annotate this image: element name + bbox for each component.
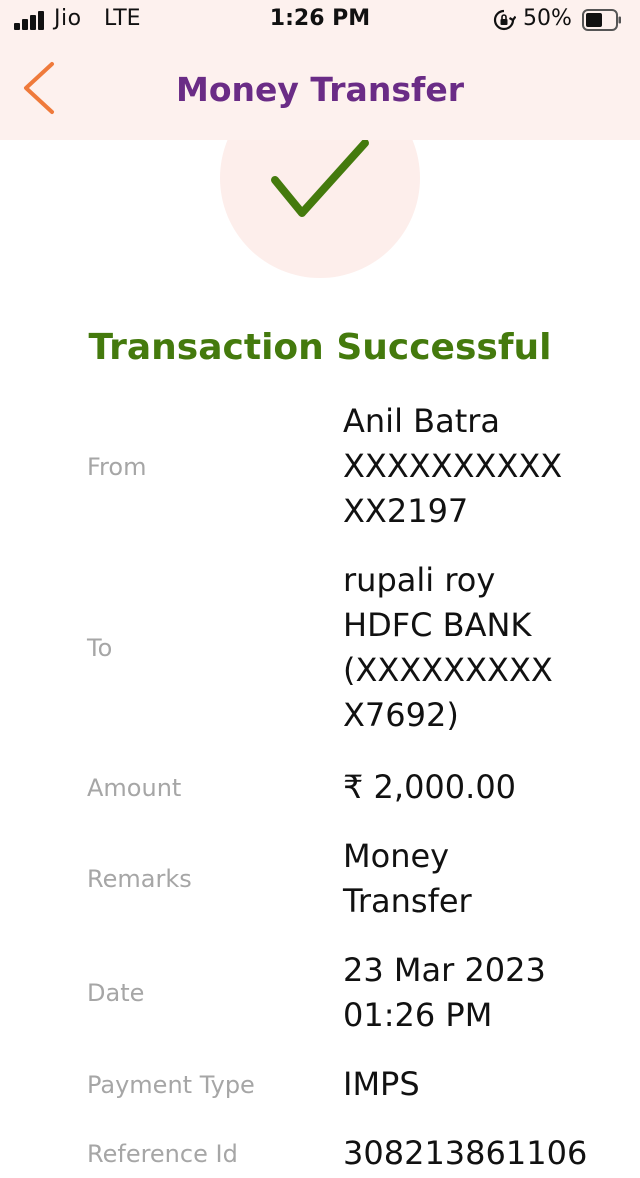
- date-text: 23 Mar 2023: [343, 951, 546, 989]
- transaction-details: From Anil Batra XXXXXXXXXX XX2197 To rup…: [0, 396, 640, 1178]
- to-bank: HDFC BANK: [343, 606, 532, 644]
- amount-text: ₹ 2,000.00: [343, 768, 517, 806]
- detail-row-reference-id: Reference Id 308213861106: [0, 1129, 640, 1178]
- reference-id-value: 308213861106: [343, 1131, 633, 1176]
- date-label: Date: [87, 979, 145, 1007]
- from-name: Anil Batra: [343, 402, 500, 440]
- amount-value: ₹ 2,000.00: [343, 765, 633, 810]
- from-value: Anil Batra XXXXXXXXXX XX2197: [343, 399, 633, 534]
- status-bar: Jio LTE 1:26 PM 50%: [0, 0, 640, 42]
- transaction-status: Transaction Successful: [88, 327, 552, 368]
- battery-percentage: 50%: [523, 6, 572, 31]
- time-text: 01:26 PM: [343, 996, 493, 1034]
- reference-id-label: Reference Id: [87, 1139, 238, 1168]
- to-label: To: [87, 634, 113, 662]
- to-account-line-2: X7692): [343, 696, 459, 734]
- detail-row-remarks: Remarks Money Transfer: [0, 832, 640, 926]
- app-header: Money Transfer: [0, 42, 640, 140]
- from-label: From: [87, 452, 147, 481]
- battery-icon: [582, 9, 621, 31]
- rotation-lock-icon: [493, 9, 516, 31]
- remarks-line-2: Transfer: [343, 882, 472, 920]
- from-account-line-2: XX2197: [343, 492, 469, 530]
- to-value: rupali roy HDFC BANK (XXXXXXXXX X7692): [343, 558, 633, 738]
- detail-row-date: Date 23 Mar 2023 01:26 PM: [0, 946, 640, 1040]
- to-account-line-1: (XXXXXXXXX: [343, 651, 553, 689]
- amount-label: Amount: [87, 773, 182, 802]
- reference-id-text: 308213861106: [343, 1134, 588, 1172]
- detail-row-to: To rupali roy HDFC BANK (XXXXXXXXX X7692…: [0, 555, 640, 741]
- to-name: rupali roy: [343, 561, 496, 599]
- payment-type-label: Payment Type: [87, 1070, 255, 1099]
- remarks-line-1: Money: [343, 837, 450, 875]
- detail-row-from: From Anil Batra XXXXXXXXXX XX2197: [0, 396, 640, 537]
- detail-row-amount: Amount ₹ 2,000.00: [0, 763, 640, 812]
- page-title: Money Transfer: [176, 70, 464, 109]
- detail-row-payment-type: Payment Type IMPS: [0, 1060, 640, 1109]
- date-value: 23 Mar 2023 01:26 PM: [343, 948, 633, 1038]
- remarks-label: Remarks: [87, 865, 192, 893]
- payment-type-text: IMPS: [343, 1065, 420, 1103]
- payment-type-value: IMPS: [343, 1062, 633, 1107]
- remarks-value: Money Transfer: [343, 834, 633, 924]
- from-account-line-1: XXXXXXXXXX: [343, 447, 563, 485]
